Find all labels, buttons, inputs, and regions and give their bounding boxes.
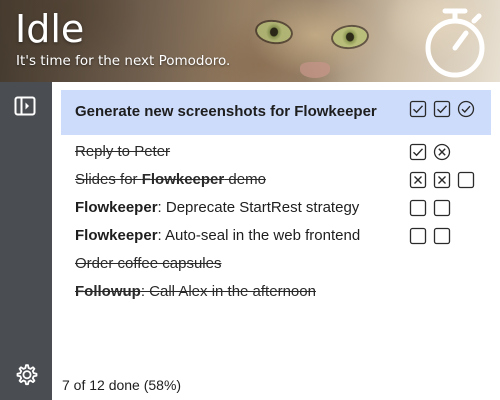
- task-title: Slides for Flowkeeper demo: [75, 169, 266, 190]
- task-list: Generate new screenshots for Flowkeeper …: [52, 82, 500, 372]
- gear-icon: [16, 364, 38, 386]
- canceled-pomodoro-icon: [433, 171, 451, 189]
- completed-pomodoro-icon: [409, 100, 427, 118]
- running-pomodoro-icon: [457, 100, 475, 118]
- completed-pomodoro-icon: [409, 143, 427, 161]
- toggle-panel-icon: [14, 96, 36, 116]
- task-tag: Flowkeeper: [141, 171, 225, 188]
- task-tag: Followup: [75, 283, 141, 300]
- new-pomodoro-icon: [409, 199, 427, 217]
- voided-pomodoro-icon: [433, 143, 451, 161]
- task-row[interactable]: Flowkeeper: Deprecate StartRest strategy: [61, 193, 491, 221]
- stopwatch-icon: [425, 8, 485, 78]
- task-title: Followup: Call Alex in the afternoon: [75, 281, 316, 302]
- task-row[interactable]: Reply to Peter: [61, 137, 491, 165]
- canceled-pomodoro-icon: [409, 171, 427, 189]
- task-title: Order coffee capsules: [75, 255, 222, 272]
- timer-state-title: Idle: [15, 7, 85, 51]
- task-row[interactable]: Order coffee capsules: [61, 249, 491, 277]
- task-title-suffix: : Auto-seal in the web frontend: [157, 227, 361, 244]
- task-title: Flowkeeper: Auto-seal in the web fronten…: [75, 225, 360, 246]
- task-row[interactable]: Generate new screenshots for Flowkeeper: [61, 90, 491, 135]
- start-pomodoro-button[interactable]: [421, 6, 489, 78]
- task-tag: Flowkeeper: [75, 227, 158, 244]
- new-pomodoro-icon: [409, 227, 427, 245]
- toggle-backlogs-button[interactable]: [13, 94, 37, 118]
- task-title-suffix: : Call Alex in the afternoon: [140, 283, 316, 300]
- task-title: Flowkeeper: Deprecate StartRest strategy: [75, 197, 359, 218]
- task-title-prefix: Slides for: [75, 171, 142, 188]
- task-row[interactable]: Flowkeeper: Auto-seal in the web fronten…: [61, 221, 491, 249]
- completed-pomodoro-icon: [433, 100, 451, 118]
- timer-state-subtitle: It's time for the next Pomodoro.: [16, 53, 231, 69]
- header: Idle It's time for the next Pomodoro.: [0, 0, 500, 82]
- app-window: Idle It's time for the next Pomodoro. Ge…: [0, 0, 500, 400]
- task-tag: Flowkeeper: [75, 199, 158, 216]
- task-title-suffix: : Deprecate StartRest strategy: [157, 199, 360, 216]
- task-row[interactable]: Followup: Call Alex in the afternoon: [61, 277, 491, 305]
- task-title: Reply to Peter: [75, 143, 171, 160]
- task-title-suffix: demo: [224, 171, 266, 188]
- settings-button[interactable]: [13, 362, 39, 388]
- new-pomodoro-icon: [457, 171, 475, 189]
- new-pomodoro-icon: [433, 227, 451, 245]
- progress-status: 7 of 12 done (58%): [62, 377, 182, 393]
- new-pomodoro-icon: [433, 199, 451, 217]
- task-row[interactable]: Slides for Flowkeeper demo: [61, 165, 491, 193]
- task-title: Generate new screenshots for Flowkeeper: [75, 103, 377, 120]
- sidebar: [0, 82, 52, 400]
